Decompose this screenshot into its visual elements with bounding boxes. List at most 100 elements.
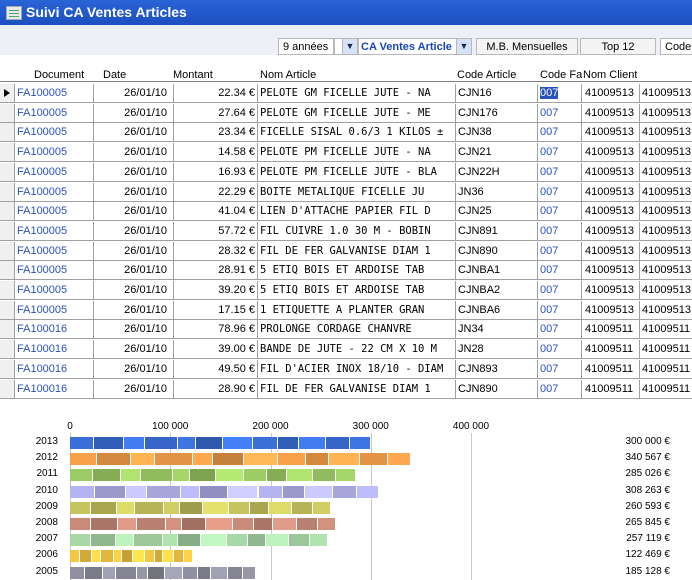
record-selector[interactable] bbox=[0, 84, 15, 102]
date-cell[interactable]: 26/01/10 bbox=[94, 359, 174, 378]
nom-client-cell[interactable]: 41009511 bbox=[582, 320, 640, 339]
nom-client-cell[interactable]: 41009511 bbox=[582, 379, 640, 398]
top12-button[interactable]: Top 12 bbox=[580, 38, 656, 55]
date-cell[interactable]: 26/01/10 bbox=[94, 241, 174, 260]
nom-article-cell[interactable]: PROLONGE CORDAGE CHANVRE bbox=[258, 320, 456, 339]
nom-client-cell[interactable]: 41009511 bbox=[582, 340, 640, 359]
montant-cell[interactable]: 49.50 € bbox=[174, 359, 258, 378]
date-cell[interactable]: 26/01/10 bbox=[94, 281, 174, 299]
record-selector[interactable] bbox=[0, 143, 15, 162]
date-cell[interactable]: 26/01/10 bbox=[94, 123, 174, 142]
montant-cell[interactable]: 39.00 € bbox=[174, 340, 258, 359]
code-fa-cell[interactable]: 007 bbox=[538, 241, 582, 260]
montant-cell[interactable]: 14.58 € bbox=[174, 143, 258, 162]
record-selector[interactable] bbox=[0, 359, 15, 378]
nom-client-cell[interactable]: 41009513 bbox=[582, 103, 640, 122]
client-code-cell[interactable]: 41009511 bbox=[640, 380, 692, 398]
nom-article-cell[interactable]: LIEN D'ATTACHE PAPIER FIL D bbox=[258, 202, 456, 221]
nom-article-cell[interactable]: 5 ETIQ BOIS ET ARDOISE TAB bbox=[258, 281, 456, 299]
chevron-down-icon[interactable]: ▼ bbox=[342, 39, 357, 54]
document-cell[interactable]: FA100005 bbox=[15, 103, 94, 122]
code-fa-cell[interactable]: 007 bbox=[538, 143, 582, 162]
montant-cell[interactable]: 78.96 € bbox=[174, 320, 258, 339]
nom-article-cell[interactable]: BANDE DE JUTE - 22 CM X 10 M bbox=[258, 340, 456, 359]
montant-cell[interactable]: 28.90 € bbox=[174, 379, 258, 398]
table-row[interactable]: FA100005 26/01/10 57.72 € FIL CUIVRE 1.0 30… bbox=[0, 221, 692, 241]
nom-article-cell[interactable]: PELOTE GM FICELLE JUTE - ME bbox=[258, 103, 456, 122]
code-article-cell[interactable]: CJN21 bbox=[456, 143, 538, 162]
code-article-cell[interactable]: CJN25 bbox=[456, 202, 538, 221]
client-code-cell[interactable]: 41009513 bbox=[640, 222, 692, 240]
code-fa-cell[interactable]: 007 bbox=[538, 162, 582, 181]
chevron-down-icon[interactable]: ▼ bbox=[456, 39, 471, 54]
code-fa-cell[interactable]: 007 bbox=[538, 340, 582, 359]
client-code-cell[interactable]: 41009513 bbox=[640, 261, 692, 279]
montant-cell[interactable]: 57.72 € bbox=[174, 221, 258, 240]
document-cell[interactable]: FA100005 bbox=[15, 202, 94, 221]
client-code-cell[interactable]: 41009511 bbox=[640, 340, 692, 358]
header-montant[interactable]: Montant bbox=[173, 68, 213, 82]
montant-cell[interactable]: 23.34 € bbox=[174, 123, 258, 142]
date-cell[interactable]: 26/01/10 bbox=[94, 103, 174, 122]
client-code-cell[interactable]: 41009513 bbox=[640, 143, 692, 161]
code-article-cell[interactable]: CJN176 bbox=[456, 103, 538, 122]
code-article-cell[interactable]: JN36 bbox=[456, 182, 538, 201]
document-cell[interactable]: FA100005 bbox=[15, 84, 94, 102]
table-row[interactable]: FA100005 26/01/10 14.58 € PELOTE PM FICELLE… bbox=[0, 143, 692, 163]
code-fa-cell[interactable]: 007 bbox=[538, 84, 582, 102]
code-article-cell[interactable]: CJN38 bbox=[456, 123, 538, 142]
nom-article-cell[interactable]: 1 ETIQUETTE A PLANTER GRAN bbox=[258, 300, 456, 319]
nom-client-cell[interactable]: 41009513 bbox=[582, 221, 640, 240]
date-cell[interactable]: 26/01/10 bbox=[94, 182, 174, 201]
table-row[interactable]: FA100005 26/01/10 22.29 € BOITE METALIQUE F… bbox=[0, 182, 692, 202]
montant-cell[interactable]: 27.64 € bbox=[174, 103, 258, 122]
code-article-cell[interactable]: CJNBA6 bbox=[456, 300, 538, 319]
code-fa-cell[interactable]: 007 bbox=[538, 379, 582, 398]
document-cell[interactable]: FA100005 bbox=[15, 123, 94, 142]
client-code-cell[interactable]: 41009513 bbox=[640, 123, 692, 141]
period-dropdown[interactable]: ▼ bbox=[334, 38, 358, 55]
period-select[interactable]: 9 années bbox=[278, 38, 334, 55]
nom-article-cell[interactable]: PELOTE GM FICELLE JUTE - NA bbox=[258, 84, 456, 102]
nom-article-cell[interactable]: FIL CUIVRE 1.0 30 M - BOBIN bbox=[258, 221, 456, 240]
montant-cell[interactable]: 28.32 € bbox=[174, 241, 258, 260]
nom-client-cell[interactable]: 41009513 bbox=[582, 143, 640, 162]
sales-datasheet[interactable]: FA100005 26/01/10 22.34 € PELOTE GM FICELLE… bbox=[0, 81, 692, 416]
client-code-cell[interactable]: 41009513 bbox=[640, 301, 692, 319]
document-cell[interactable]: FA100005 bbox=[15, 300, 94, 319]
client-code-cell[interactable]: 41009511 bbox=[640, 360, 692, 378]
code-fa-cell[interactable]: 007 bbox=[538, 359, 582, 378]
montant-cell[interactable]: 22.34 € bbox=[174, 84, 258, 102]
document-cell[interactable]: FA100005 bbox=[15, 221, 94, 240]
report-select[interactable]: CA Ventes Article ▼ bbox=[358, 38, 472, 55]
header-code-fa[interactable]: Code Fa bbox=[540, 68, 582, 82]
nom-client-cell[interactable]: 41009513 bbox=[582, 182, 640, 201]
table-row[interactable]: FA100005 26/01/10 28.91 € 5 ETIQ BOIS ET AR… bbox=[0, 261, 692, 281]
nom-article-cell[interactable]: PELOTE PM FICELLE JUTE - BLA bbox=[258, 162, 456, 181]
record-selector[interactable] bbox=[0, 162, 15, 181]
record-selector[interactable] bbox=[0, 241, 15, 260]
client-code-cell[interactable]: 41009511 bbox=[640, 320, 692, 338]
table-row[interactable]: FA100016 26/01/10 28.90 € FIL DE FER GALVAN… bbox=[0, 379, 692, 399]
record-selector[interactable] bbox=[0, 221, 15, 240]
record-selector[interactable] bbox=[0, 281, 15, 299]
client-code-cell[interactable]: 41009513 bbox=[640, 183, 692, 201]
nom-article-cell[interactable]: BOITE METALIQUE FICELLE JU bbox=[258, 182, 456, 201]
nom-article-cell[interactable]: FIL DE FER GALVANISE DIAM 1 bbox=[258, 241, 456, 260]
date-cell[interactable]: 26/01/10 bbox=[94, 261, 174, 280]
montant-cell[interactable]: 39.20 € bbox=[174, 281, 258, 299]
code-article-cell[interactable]: CJN891 bbox=[456, 221, 538, 240]
record-selector[interactable] bbox=[0, 202, 15, 221]
table-row[interactable]: FA100005 26/01/10 22.34 € PELOTE GM FICELLE… bbox=[0, 84, 692, 103]
header-document[interactable]: Document bbox=[34, 68, 84, 82]
nom-article-cell[interactable]: PELOTE PM FICELLE JUTE - NA bbox=[258, 143, 456, 162]
code-article-cell[interactable]: CJN890 bbox=[456, 241, 538, 260]
nom-client-cell[interactable]: 41009513 bbox=[582, 84, 640, 102]
document-cell[interactable]: FA100005 bbox=[15, 162, 94, 181]
montant-cell[interactable]: 22.29 € bbox=[174, 182, 258, 201]
table-row[interactable]: FA100005 26/01/10 17.15 € 1 ETIQUETTE A PLA… bbox=[0, 300, 692, 320]
code-article-cell[interactable]: CJN16 bbox=[456, 84, 538, 102]
table-row[interactable]: FA100005 26/01/10 41.04 € LIEN D'ATTACHE PA… bbox=[0, 202, 692, 222]
date-cell[interactable]: 26/01/10 bbox=[94, 84, 174, 102]
document-cell[interactable]: FA100005 bbox=[15, 143, 94, 162]
